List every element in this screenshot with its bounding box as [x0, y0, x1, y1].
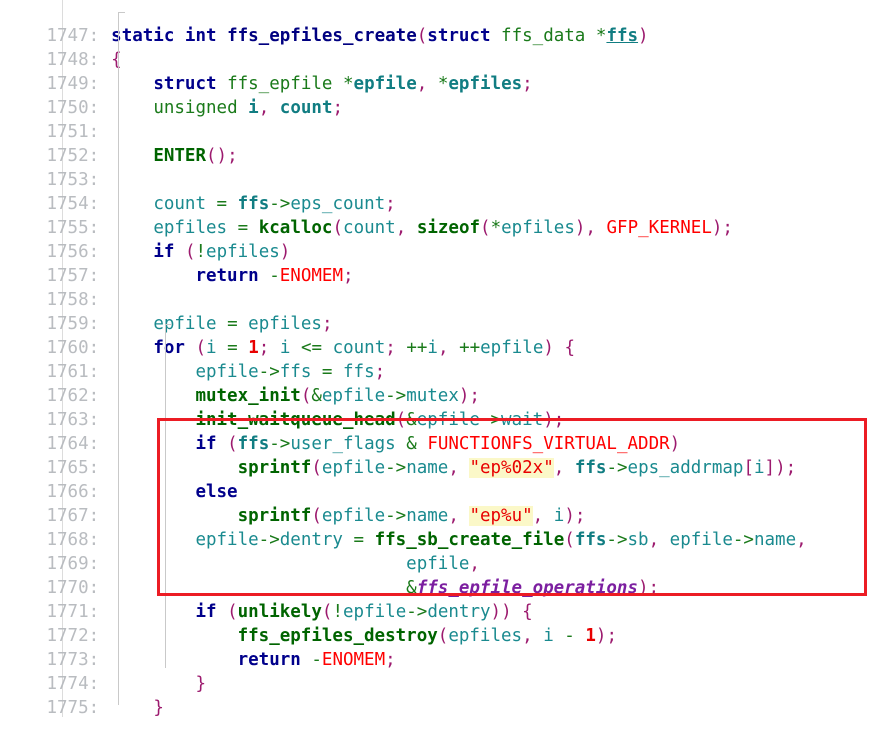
code-line[interactable]: 1775: } — [0, 672, 873, 718]
code-line[interactable]: 1770: &ffs_epfile_operations); — [0, 552, 873, 598]
code-line[interactable]: 1762: mutex_init(&epfile->mutex); — [0, 360, 873, 406]
code-line[interactable]: 1759: epfile = epfiles; — [0, 288, 873, 334]
code-line[interactable]: 1760: for (i = 1; i <= count; ++i, ++epf… — [0, 312, 873, 358]
code-line[interactable]: 1773: return -ENOMEM; — [0, 624, 873, 670]
code-line[interactable]: 1763: init_waitqueue_head(&epfile->wait)… — [0, 384, 873, 430]
code-text: } — [153, 698, 164, 718]
code-viewer[interactable]: 1747: static int ffs_epfiles_create(struc… — [0, 0, 873, 718]
code-line[interactable]: 1752: ENTER(); — [0, 120, 873, 166]
code-line[interactable]: 1749: struct ffs_epfile *epfile, *epfile… — [0, 48, 873, 94]
code-line[interactable]: 1758: — [0, 264, 873, 310]
code-line[interactable]: 1767: sprintf(epfile->name, "ep%u", i); — [0, 480, 873, 526]
code-line[interactable]: 1751: — [0, 96, 873, 142]
code-line[interactable]: 1772: ffs_epfiles_destroy(epfiles, i - 1… — [0, 600, 873, 646]
code-line[interactable]: 1750: unsigned i, count; — [0, 72, 873, 118]
code-line[interactable]: 1764: if (ffs->user_flags & FUNCTIONFS_V… — [0, 408, 873, 454]
code-line[interactable]: 1755: epfiles = kcalloc(count, sizeof(*e… — [0, 192, 873, 238]
code-line[interactable]: 1757: return -ENOMEM; — [0, 240, 873, 286]
indent-guide-for-block — [165, 324, 172, 668]
indent-guide-hook — [165, 324, 172, 325]
code-line[interactable]: 1766: else — [0, 456, 873, 502]
code-line[interactable]: 1769: epfile, — [0, 528, 873, 574]
code-line[interactable]: 1756: if (!epfiles) — [0, 216, 873, 262]
line-number: 1775: — [46, 698, 100, 718]
indent-guide-function-body — [118, 12, 125, 705]
indent-guide-hook — [118, 12, 125, 13]
code-line[interactable]: 1771: if (unlikely(!epfile->dentry)) { — [0, 576, 873, 622]
code-line[interactable]: 1774: } — [0, 648, 873, 694]
code-line[interactable]: 1753: — [0, 144, 873, 190]
code-line[interactable]: 1754: count = ffs->eps_count; — [0, 168, 873, 214]
code-line[interactable]: 1768: epfile->dentry = ffs_sb_create_fil… — [0, 504, 873, 550]
code-line[interactable]: 1765: sprintf(epfile->name, "ep%02x", ff… — [0, 432, 873, 478]
code-line[interactable]: 1748:{ — [0, 24, 873, 70]
code-line[interactable]: 1747: static int ffs_epfiles_create(struc… — [0, 0, 873, 46]
code-line[interactable]: 1761: epfile->ffs = ffs; — [0, 336, 873, 382]
